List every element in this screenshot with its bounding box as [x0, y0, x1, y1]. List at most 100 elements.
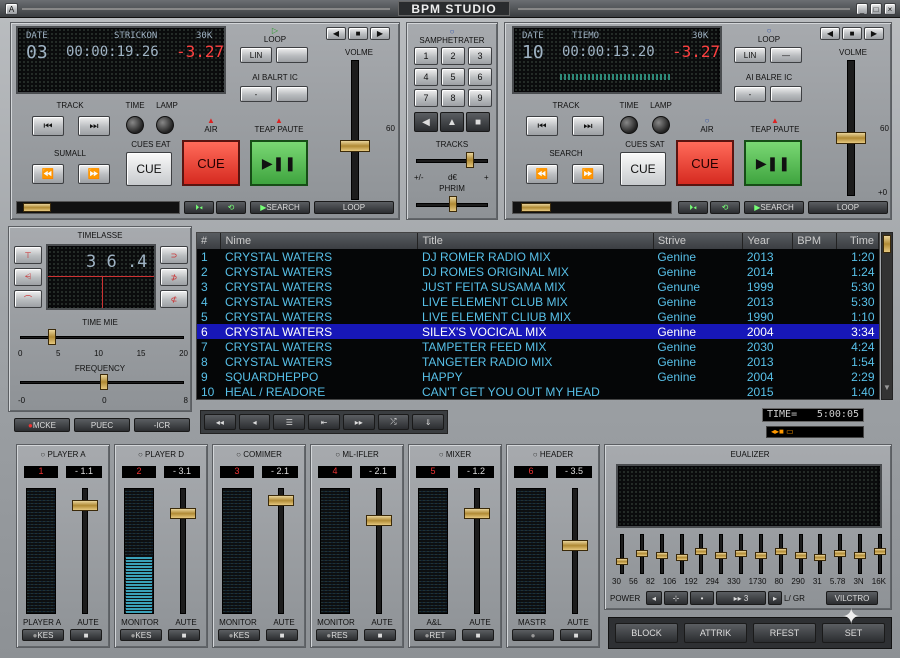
scroll-down-icon[interactable]: ▼: [883, 383, 891, 395]
deck-a-time-knob[interactable]: [126, 116, 144, 134]
deck-b-time-knob[interactable]: [620, 116, 638, 134]
sampler-play-left-button[interactable]: ◀: [414, 112, 438, 132]
channel-auto-button[interactable]: ■: [266, 629, 298, 641]
deck-b-loop-bottom-button[interactable]: LOOP: [808, 201, 888, 214]
deck-a-mid-small-button[interactable]: ■: [348, 27, 368, 40]
sampler-key[interactable]: 6: [468, 68, 492, 86]
eq-btn-2[interactable]: ⊹: [664, 591, 688, 605]
sampler-key[interactable]: 5: [441, 68, 465, 86]
timelasse-btn-6[interactable]: ⊄: [160, 290, 188, 308]
transport-rewind-icon[interactable]: ◂: [238, 414, 271, 430]
eq-band-fader[interactable]: [635, 550, 648, 557]
deck-a-loop-back-button[interactable]: ⏵◂: [184, 201, 214, 214]
transport-load-icon[interactable]: ⇤: [308, 414, 340, 430]
eq-prev-button[interactable]: ◂: [646, 591, 662, 605]
deck-a-loop-bottom-button[interactable]: LOOP: [314, 201, 394, 214]
deck-b-loop-back-button[interactable]: ⏵◂: [678, 201, 708, 214]
menu-icon[interactable]: A: [5, 3, 18, 15]
playlist-scrollbar[interactable]: ▼: [881, 232, 893, 400]
frequency-handle[interactable]: [100, 374, 108, 390]
deck-b-loop-in-button[interactable]: LIN: [734, 47, 766, 63]
channel-auto-button[interactable]: ■: [70, 629, 102, 641]
eq-band-fader[interactable]: [774, 548, 787, 555]
channel-fader[interactable]: [268, 495, 294, 506]
timelasse-btn-4[interactable]: ⊃: [160, 246, 188, 264]
rfest-button[interactable]: RFEST: [753, 623, 816, 643]
channel-fader[interactable]: [366, 515, 392, 526]
eq-band-fader[interactable]: [754, 552, 767, 559]
maximize-button[interactable]: □: [870, 3, 882, 15]
eq-preset-button[interactable]: VILCTRO: [826, 591, 878, 605]
deck-b-autobreak-minus-button[interactable]: -: [734, 86, 766, 102]
deck-a-track-prev-button[interactable]: ⏮: [32, 116, 64, 136]
eq-band-fader[interactable]: [715, 552, 728, 559]
deck-a-search-back-button[interactable]: ⏪: [32, 164, 64, 184]
deck-a-prev-small-button[interactable]: ◀: [326, 27, 346, 40]
deck-b-search-back-button[interactable]: ⏪: [526, 164, 558, 184]
table-row[interactable]: 6 CRYSTAL WATERS SILEX'S VOCICAL MIX Genine…: [197, 324, 879, 339]
table-row[interactable]: 9 SQUARDHEPPO HAPPY Genine 2004 2:29: [197, 369, 879, 384]
scrollbar-thumb[interactable]: [883, 235, 891, 253]
table-row[interactable]: 8 CRYSTAL WATERS TANGETER RADIO MIX Genine 2…: [197, 354, 879, 369]
deck-b-autobreak-plus-button[interactable]: [770, 86, 802, 102]
eq-band-fader[interactable]: [655, 552, 668, 559]
attrik-button[interactable]: ATTRIK: [684, 623, 747, 643]
channel-key-button[interactable]: ●: [512, 629, 554, 641]
eq-band-fader[interactable]: [874, 548, 886, 555]
deck-b-volume-fader[interactable]: [836, 132, 866, 144]
table-row[interactable]: 7 CRYSTAL WATERS TAMPETER FEED MIX Genine 20…: [197, 339, 879, 354]
col-genre[interactable]: Strive: [653, 233, 744, 249]
deck-a-loop-in-button[interactable]: LIN: [240, 47, 272, 63]
puec-button[interactable]: PUEC: [74, 418, 130, 432]
deck-b-lamp-knob[interactable]: [652, 116, 670, 134]
sampler-key[interactable]: 8: [441, 89, 465, 107]
channel-fader[interactable]: [464, 508, 490, 519]
sampler-stop-button[interactable]: ■: [466, 112, 490, 132]
transport-down-icon[interactable]: ⇓: [412, 414, 445, 430]
eq-band-fader[interactable]: [616, 558, 628, 565]
col-bpm[interactable]: BPM: [792, 233, 838, 249]
deck-a-loop-out-button[interactable]: [276, 47, 308, 63]
channel-auto-button[interactable]: ■: [462, 629, 494, 641]
timelasse-btn-3[interactable]: ⌒: [14, 290, 42, 308]
col-number[interactable]: #: [197, 233, 222, 249]
transport-back-icon[interactable]: ◂◂: [204, 414, 236, 430]
channel-auto-button[interactable]: ■: [168, 629, 200, 641]
col-name[interactable]: Nime: [220, 233, 419, 249]
close-button[interactable]: ×: [884, 3, 896, 15]
col-title[interactable]: Title: [417, 233, 654, 249]
deck-b-loop-out-button[interactable]: —: [770, 47, 802, 63]
eq-band-fader[interactable]: [834, 550, 847, 557]
deck-a-play-pause-button[interactable]: ▶❚❚: [250, 140, 308, 186]
sampler-key[interactable]: 9: [468, 89, 492, 107]
deck-a-position-bar[interactable]: [16, 201, 180, 214]
deck-a-autobreak-minus-button[interactable]: -: [240, 86, 272, 102]
deck-b-track-prev-button[interactable]: ⏮: [526, 116, 558, 136]
deck-a-search-button[interactable]: ▶ SEARCH: [250, 201, 310, 214]
timelasse-btn-5[interactable]: ⊅: [160, 268, 188, 286]
channel-key-button[interactable]: ● KES: [120, 629, 162, 641]
deck-a-search-fwd-button[interactable]: ⏩: [78, 164, 110, 184]
channel-fader[interactable]: [170, 508, 196, 519]
channel-key-button[interactable]: ● RET: [414, 629, 456, 641]
eq-band-fader[interactable]: [735, 550, 748, 557]
mcke-button[interactable]: ● MCKE: [14, 418, 70, 432]
deck-a-autobreak-plus-button[interactable]: [276, 86, 308, 102]
deck-b-search-fwd-button[interactable]: ⏩: [572, 164, 604, 184]
col-year[interactable]: Year: [742, 233, 794, 249]
deck-a-track-next-button[interactable]: ⏭: [78, 116, 110, 136]
eq-btn-4[interactable]: ▸▸ 3: [716, 591, 766, 605]
deck-a-volume-fader[interactable]: [340, 140, 370, 152]
deck-a-big-cue-button[interactable]: CUE: [182, 140, 240, 186]
transport-shuffle-icon[interactable]: ⤮: [377, 414, 410, 430]
table-row[interactable]: 5 CRYSTAL WATERS LIVE ELEMENT CLIUB MIX Gen…: [197, 309, 879, 324]
channel-auto-button[interactable]: ■: [560, 629, 592, 641]
channel-fader[interactable]: [72, 500, 98, 511]
crossfader-handle[interactable]: [466, 152, 474, 168]
eq-band-fader[interactable]: [675, 554, 688, 561]
channel-auto-button[interactable]: ■: [364, 629, 396, 641]
channel-key-button[interactable]: ● KES: [218, 629, 260, 641]
channel-key-button[interactable]: ● RES: [316, 629, 358, 641]
mini-transport[interactable]: ◂▸■ ▭: [766, 426, 864, 438]
deck-b-next-small-button[interactable]: ▶: [864, 27, 884, 40]
